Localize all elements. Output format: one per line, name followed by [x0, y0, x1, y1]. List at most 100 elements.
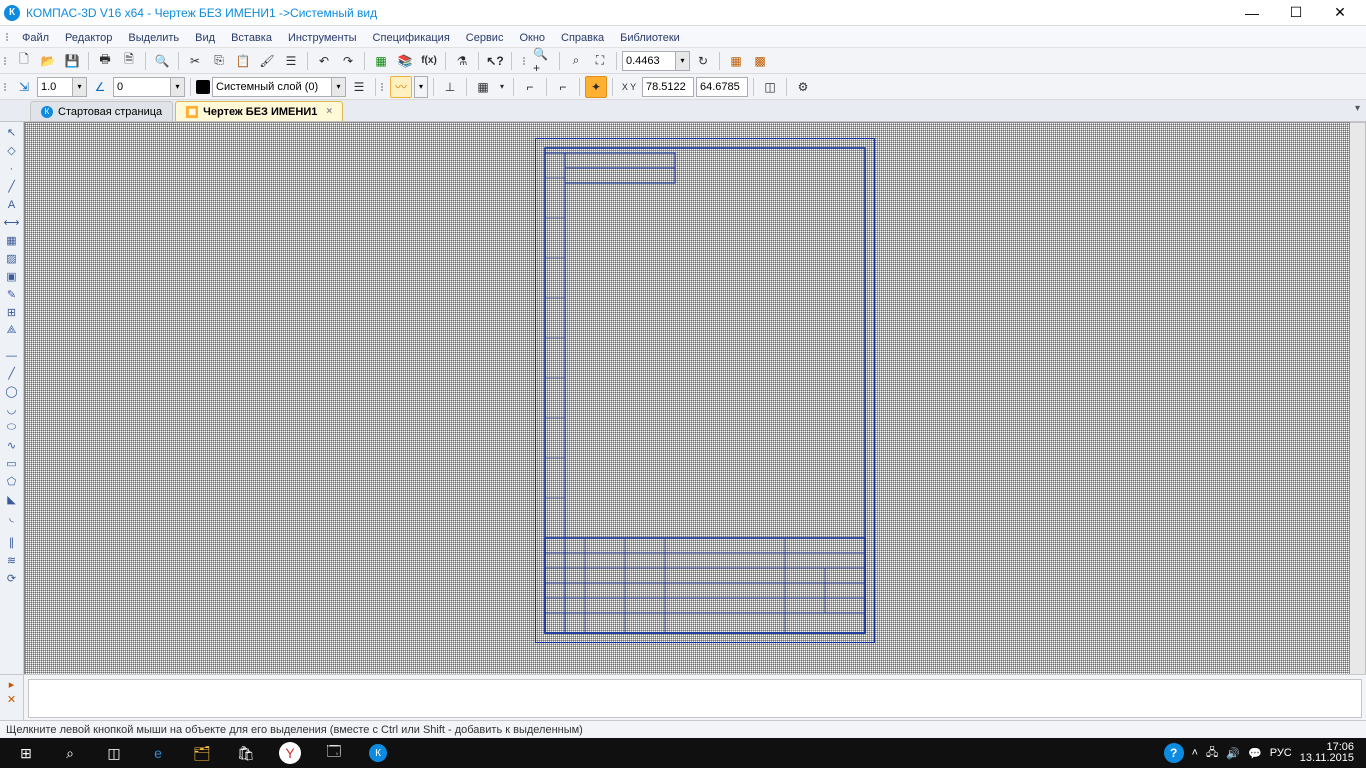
geometry-tool[interactable]: ◇	[2, 142, 22, 159]
help-pointer-button[interactable]: ↖?	[484, 50, 506, 72]
menu-service[interactable]: Сервис	[459, 28, 511, 46]
aux-line-tool[interactable]: —	[2, 347, 22, 364]
ellipse-tool[interactable]: ⬭	[2, 419, 22, 436]
preview-button[interactable]: 🗎	[118, 50, 140, 72]
copy-button[interactable]: ⎘	[208, 50, 230, 72]
local-cs-button[interactable]: ⌐	[552, 76, 574, 98]
save-button[interactable]: 💾	[61, 50, 83, 72]
kompas-taskbar-icon[interactable]: К	[356, 738, 400, 768]
menu-tools[interactable]: Инструменты	[281, 28, 364, 46]
edit-tool[interactable]: ✎	[2, 286, 22, 303]
manager-button[interactable]: ▦	[370, 50, 392, 72]
layer-combo[interactable]	[212, 77, 332, 97]
volume-icon[interactable]: 🔊	[1226, 747, 1240, 760]
fillet-tool[interactable]: ◟	[2, 509, 22, 526]
polygon-tool[interactable]: ⬠	[2, 473, 22, 490]
format-painter-button[interactable]: 🖌	[256, 50, 278, 72]
app1-taskbar-icon[interactable]: 🗔	[312, 738, 356, 768]
task-view-button[interactable]: ◫	[92, 738, 136, 768]
menu-window[interactable]: Окно	[512, 28, 552, 46]
paste-button[interactable]: 📋	[232, 50, 254, 72]
settings-button[interactable]: ⚙	[792, 76, 814, 98]
hatch-tool[interactable]: ▨	[2, 250, 22, 267]
print-preview-button[interactable]: 🔍	[151, 50, 173, 72]
vertical-scrollbar[interactable]	[1350, 122, 1366, 688]
angle-icon[interactable]: ∠	[89, 76, 111, 98]
circle-tool[interactable]: ◯	[2, 383, 22, 400]
step-input[interactable]	[37, 77, 73, 97]
rect-tool[interactable]: ▭	[2, 455, 22, 472]
snap-button[interactable]: ⌐	[519, 76, 541, 98]
arc-tool[interactable]: ◡	[2, 401, 22, 418]
zoom-window-button[interactable]: ⌕	[565, 50, 587, 72]
table-tool[interactable]: ▦	[2, 232, 22, 249]
step-dropdown[interactable]: ▾	[73, 77, 87, 97]
menu-insert[interactable]: Вставка	[224, 28, 279, 46]
close-button[interactable]: ✕	[1318, 1, 1362, 25]
zoom-fit-button[interactable]: ⛶	[589, 50, 611, 72]
view-mode1-button[interactable]: ▦	[725, 50, 747, 72]
prop-apply-button[interactable]: ▸	[9, 678, 15, 691]
linestyle-dropdown[interactable]: ▾	[414, 76, 428, 98]
yandex-taskbar-icon[interactable]: Y	[279, 742, 301, 764]
zoom-value-input[interactable]	[622, 51, 676, 71]
tray-chevron-icon[interactable]: ˄	[1192, 747, 1198, 759]
clock[interactable]: 17:06 13.11.2015	[1300, 742, 1354, 764]
menu-file[interactable]: Файл	[15, 28, 56, 46]
new-button[interactable]: 🗋	[13, 50, 35, 72]
window-split-button[interactable]: ◫	[759, 76, 781, 98]
point-tool[interactable]: ·	[2, 160, 22, 177]
menu-select[interactable]: Выделить	[121, 28, 186, 46]
open-button[interactable]: 📂	[37, 50, 59, 72]
binding-button[interactable]: ✦	[585, 76, 607, 98]
tabs-menu-button[interactable]: ▾	[1355, 103, 1360, 114]
menu-view[interactable]: Вид	[188, 28, 222, 46]
coord-y-input[interactable]	[696, 77, 748, 97]
minimize-button[interactable]: —	[1230, 1, 1274, 25]
fx-button[interactable]: f(x)	[418, 50, 440, 72]
linestyle-button[interactable]: 〰	[390, 76, 412, 98]
view-mode2-button[interactable]: ▩	[749, 50, 771, 72]
refresh-button[interactable]: ↻	[692, 50, 714, 72]
chamfer-tool[interactable]: ◣	[2, 491, 22, 508]
segment-tool[interactable]: ╱	[2, 365, 22, 382]
start-button[interactable]: ⊞	[4, 738, 48, 768]
library-button[interactable]: 📚	[394, 50, 416, 72]
tab-drawing[interactable]: ▦ Чертеж БЕЗ ИМЕНИ1 ×	[175, 101, 343, 121]
language-indicator[interactable]: РУС	[1270, 747, 1292, 759]
print-button[interactable]: 🖶	[94, 50, 116, 72]
menu-help[interactable]: Справка	[554, 28, 611, 46]
tab-start-page[interactable]: К Стартовая страница	[30, 101, 173, 121]
spline-tool[interactable]: ∿	[2, 437, 22, 454]
angle-dropdown[interactable]: ▾	[171, 77, 185, 97]
properties-button[interactable]: ☰	[280, 50, 302, 72]
close-tab-icon[interactable]: ×	[326, 106, 332, 117]
zoom-dropdown[interactable]: ▾	[676, 51, 690, 71]
text-tool[interactable]: A	[2, 196, 22, 213]
menu-libs[interactable]: Библиотеки	[613, 28, 687, 46]
network-icon[interactable]: 🖧	[1206, 744, 1218, 763]
offset-tool[interactable]: ∥	[2, 534, 22, 551]
variables-button[interactable]: ⚗	[451, 50, 473, 72]
cut-button[interactable]: ✂	[184, 50, 206, 72]
ortho-button[interactable]: ⊥	[439, 76, 461, 98]
store-taskbar-icon[interactable]: 🛍	[224, 738, 268, 768]
notifications-icon[interactable]: 💬	[1248, 747, 1262, 760]
grid-button[interactable]: ▦	[472, 76, 494, 98]
dimension-tool[interactable]: ⟷	[2, 214, 22, 231]
menu-spec[interactable]: Спецификация	[366, 28, 457, 46]
redo-button[interactable]: ↷	[337, 50, 359, 72]
select-tool[interactable]: ↖	[2, 124, 22, 141]
layer-settings-button[interactable]: ☰	[348, 76, 370, 98]
menu-editor[interactable]: Редактор	[58, 28, 119, 46]
undo-button[interactable]: ↶	[313, 50, 335, 72]
equidist-tool[interactable]: ≋	[2, 552, 22, 569]
explorer-taskbar-icon[interactable]: 🗂	[180, 738, 224, 768]
search-button[interactable]: ⌕	[48, 738, 92, 768]
layer-dropdown[interactable]: ▾	[332, 77, 346, 97]
angle-input[interactable]	[113, 77, 171, 97]
help-tray-icon[interactable]: ?	[1164, 743, 1184, 763]
step-icon[interactable]: ⇲	[13, 76, 35, 98]
view-tool[interactable]: ▣	[2, 268, 22, 285]
line-tool[interactable]: ╱	[2, 178, 22, 195]
